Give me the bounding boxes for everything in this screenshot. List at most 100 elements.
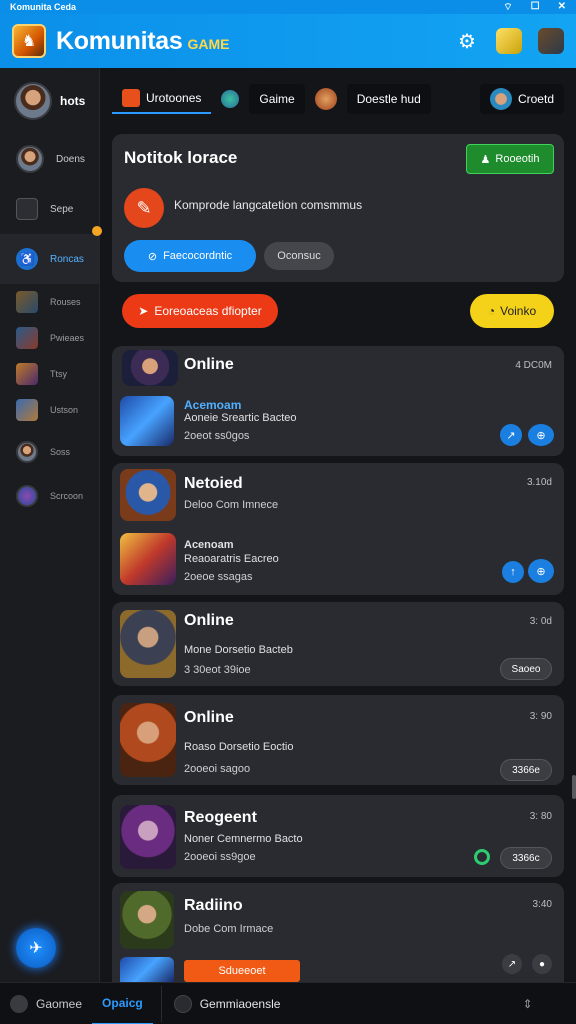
action-row: ➤ Eoreoaceas dfiopter ◔ Voinko bbox=[112, 292, 564, 330]
share-icon[interactable]: ↗ bbox=[502, 954, 522, 974]
feed-time: 4 DC0M bbox=[515, 360, 552, 371]
feed-line: Dobe Com Irmace bbox=[184, 923, 274, 935]
game-thumbnail bbox=[120, 396, 174, 446]
tab-label: Doestle hud bbox=[356, 92, 421, 106]
user-avatar bbox=[16, 485, 38, 507]
primary-action-button[interactable]: ⊘ Faecocordntic bbox=[124, 240, 256, 272]
bottom-input[interactable]: Gemmiaoensle ⇕ bbox=[160, 985, 547, 1022]
sidebar-item-pwieaes[interactable]: Pwieaes bbox=[0, 320, 99, 356]
feed-line: Roaso Dorsetio Eoctio bbox=[184, 741, 294, 753]
sort-arrows-icon[interactable]: ⇕ bbox=[523, 997, 533, 1011]
bottom-tab-label: Gaomee bbox=[36, 996, 83, 1011]
close-icon[interactable]: ✕ bbox=[558, 1, 566, 14]
info-icon[interactable]: ↑ bbox=[502, 561, 524, 583]
feed-action-button[interactable]: 3366c bbox=[500, 847, 552, 869]
feed-card[interactable]: Online 4 DC0M Acemoam Aoneie Sreartic Ba… bbox=[112, 346, 564, 456]
settings-gear-icon[interactable]: ⚙ bbox=[454, 28, 480, 54]
tab-gaime[interactable]: Gaime bbox=[249, 84, 305, 114]
bottom-bar: Gaomee Opaicg Gemmiaoensle ⇕ bbox=[0, 982, 576, 1024]
input-label: Gemmiaoensle bbox=[199, 996, 281, 1011]
sidebar-item-label: Roncas bbox=[50, 253, 84, 265]
sidebar-item-sepe[interactable]: Sepe bbox=[0, 184, 99, 234]
tab-hero-icon[interactable] bbox=[313, 84, 339, 114]
feed-action-button[interactable]: 3366e bbox=[500, 759, 552, 781]
sidebar-item-doens[interactable]: Doens bbox=[0, 134, 99, 184]
sidebar-item-ustson[interactable]: Ustson bbox=[0, 392, 99, 428]
scrollbar-thumb[interactable] bbox=[572, 775, 576, 799]
gem-icon bbox=[221, 90, 240, 108]
button-label: Eoreoaceas dfiopter bbox=[154, 304, 262, 318]
tab-label: Gaime bbox=[259, 92, 295, 106]
main-content: Urotoones Gaime Doestle hud Croetd Notit… bbox=[100, 68, 576, 982]
user-avatar bbox=[16, 441, 38, 463]
feed-card[interactable]: Reogeent 3: 80 Noner Cemnermo Bacto 2ooe… bbox=[112, 795, 564, 877]
share-icon[interactable]: ↗ bbox=[500, 424, 522, 446]
tab-doestle-hud[interactable]: Doestle hud bbox=[346, 84, 431, 114]
bottom-tab-game[interactable]: Gaomee bbox=[0, 983, 92, 1024]
link-icon: ⊘ bbox=[147, 250, 158, 263]
compose-fab-button[interactable]: ✈ bbox=[16, 928, 56, 968]
send-icon: ➤ bbox=[138, 304, 149, 318]
sidebar-item-label: Scrcoon bbox=[50, 491, 84, 501]
game-thumbnail bbox=[120, 533, 176, 585]
feed-line: Noner Cemnermo Bacto bbox=[184, 833, 303, 845]
game-thumbnail bbox=[122, 350, 178, 386]
sidebar: hots Doens Sepe ♿ Roncas Rouses Pwieaes … bbox=[0, 68, 100, 982]
sidebar-profile[interactable]: hots bbox=[0, 68, 99, 134]
tab-game-icon[interactable] bbox=[219, 84, 241, 114]
button-label: Voinko bbox=[500, 304, 537, 318]
game-icon bbox=[16, 399, 38, 421]
sidebar-item-rouses[interactable]: Rouses bbox=[0, 284, 99, 320]
bottom-tab-active[interactable]: Opaicg bbox=[92, 983, 153, 1024]
controller-icon[interactable]: ⊕ bbox=[528, 424, 554, 446]
app-logo: ♞ bbox=[12, 24, 46, 58]
bottom-tab-label: Opaicg bbox=[102, 995, 143, 1010]
feed-time: 3:40 bbox=[532, 899, 552, 910]
feed-card[interactable]: Online 3: 0d Mone Dorsetio Bacteb 3 30eo… bbox=[112, 602, 564, 686]
yellow-action-button[interactable]: ◔ Voinko bbox=[470, 294, 554, 328]
feed-title: Reogeent bbox=[184, 809, 257, 826]
feed-title: Netoied bbox=[184, 475, 243, 492]
feed-line: Deloo Com Imnece bbox=[184, 499, 279, 511]
notice-text: Komprode langcatetion comsmmus bbox=[174, 198, 363, 212]
feed-meta: 2oeoe ssagas bbox=[184, 571, 253, 583]
wifi-icon: ⌔ bbox=[503, 1, 513, 13]
sidebar-item-scrcoon[interactable]: Scrcoon bbox=[0, 476, 99, 516]
profile-badge-icon[interactable] bbox=[538, 28, 564, 54]
status-title: Komunita Ceda bbox=[10, 2, 77, 12]
feed-card[interactable]: Radiino 3:40 Dobe Com Irmace Sdueeoet ↗ … bbox=[112, 883, 564, 982]
controller-icon[interactable]: ⊕ bbox=[528, 559, 554, 583]
search-icon bbox=[173, 994, 192, 1013]
maximize-icon[interactable]: ☐ bbox=[531, 1, 540, 14]
red-action-button[interactable]: ➤ Eoreoaceas dfiopter bbox=[122, 294, 278, 328]
secondary-action-button[interactable]: Oconsuc bbox=[264, 242, 334, 270]
app-header: ♞ Komunitas GAME ⚙ bbox=[0, 14, 576, 68]
feed-meta: 3 30eot 39ioe bbox=[184, 664, 251, 676]
sidebar-item-soss[interactable]: Soss bbox=[0, 428, 99, 476]
feed-card[interactable]: Netoied 3.10d Deloo Com Imnece Acenoam R… bbox=[112, 463, 564, 595]
sidebar-item-ttsy[interactable]: Ttsy bbox=[0, 356, 99, 392]
feed-meta: 2ooeoi sagoo bbox=[184, 763, 251, 775]
feed-title: Online bbox=[184, 612, 234, 629]
button-label: Faecocordntic bbox=[163, 250, 233, 262]
feed-action-button[interactable]: Saoeo bbox=[500, 658, 552, 680]
feed-title: Radiino bbox=[184, 897, 243, 914]
bell-icon[interactable]: ● bbox=[532, 954, 552, 974]
screen-icon bbox=[16, 198, 38, 220]
sidebar-item-label: Rouses bbox=[50, 297, 81, 307]
profile-name: hots bbox=[60, 94, 86, 108]
game-icon bbox=[16, 291, 38, 313]
rewards-icon[interactable] bbox=[496, 28, 522, 54]
game-thumbnail bbox=[120, 957, 174, 982]
tab-label: Urotoones bbox=[146, 91, 202, 105]
tab-croetd[interactable]: Croetd bbox=[479, 84, 564, 114]
app-subtitle: GAME bbox=[187, 36, 230, 52]
tab-urotoones[interactable]: Urotoones bbox=[112, 84, 212, 114]
game-icon bbox=[16, 363, 38, 385]
orange-action-button[interactable]: Sdueeoet bbox=[184, 960, 300, 982]
feed-card[interactable]: Online 3: 90 Roaso Dorsetio Eoctio 2ooeo… bbox=[112, 695, 564, 785]
notice-action-button[interactable]: ♟ Rooeotih bbox=[466, 144, 554, 174]
sidebar-item-label: Doens bbox=[56, 153, 85, 165]
sidebar-item-roncas[interactable]: ♿ Roncas bbox=[0, 234, 99, 284]
tab-bar: Urotoones Gaime Doestle hud Croetd bbox=[112, 82, 564, 116]
